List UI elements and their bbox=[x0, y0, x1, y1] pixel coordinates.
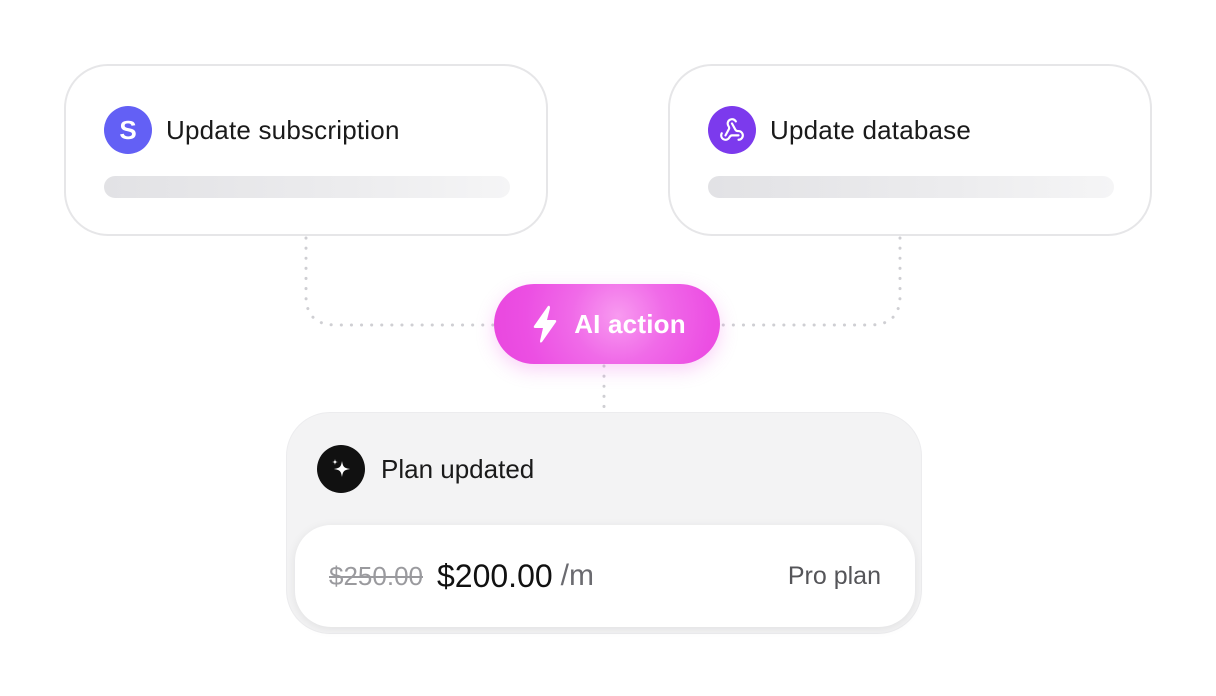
ai-action-label: AI action bbox=[574, 308, 686, 339]
connector-database-to-ai bbox=[718, 236, 902, 327]
ai-action-button[interactable]: AI action bbox=[494, 284, 720, 364]
price-box: $250.00 $200.00 /m Pro plan bbox=[295, 525, 915, 627]
update-subscription-card[interactable]: S Update subscription bbox=[64, 64, 548, 236]
old-price: $250.00 bbox=[329, 560, 423, 591]
lightning-bolt-icon bbox=[528, 304, 562, 344]
plan-name: Pro plan bbox=[787, 561, 881, 590]
stripe-logo-icon: S bbox=[104, 106, 152, 154]
new-price: $200.00 bbox=[436, 557, 553, 594]
update-database-card[interactable]: Update database bbox=[668, 64, 1152, 236]
result-header: Plan updated bbox=[317, 445, 534, 493]
billing-period: /m bbox=[560, 559, 594, 592]
card-header: S Update subscription bbox=[104, 106, 400, 154]
sparkle-icon bbox=[317, 445, 365, 493]
card-title: Update database bbox=[770, 114, 972, 145]
progress-bar bbox=[708, 176, 1114, 198]
plan-updated-card: Plan updated $250.00 $200.00 /m Pro plan bbox=[286, 412, 922, 634]
card-title: Update subscription bbox=[166, 114, 400, 145]
card-header: Update database bbox=[708, 106, 971, 154]
connector-subscription-to-ai bbox=[304, 236, 496, 327]
progress-bar bbox=[104, 176, 510, 198]
webhook-icon bbox=[708, 106, 756, 154]
result-title: Plan updated bbox=[381, 453, 535, 484]
